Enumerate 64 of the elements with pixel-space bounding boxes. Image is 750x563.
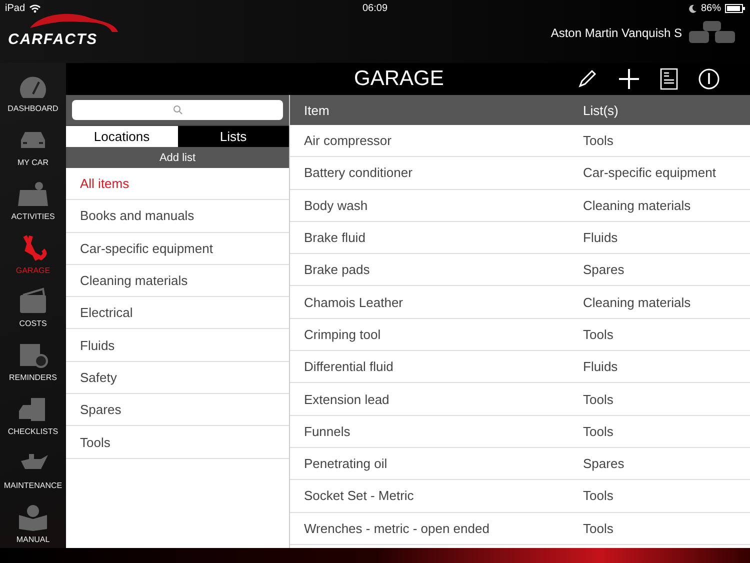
page-title: GARAGE	[354, 67, 444, 91]
list-item[interactable]: Safety	[66, 362, 289, 394]
wifi-icon	[29, 4, 42, 12]
table-cell-text: Battery conditioner	[303, 165, 414, 180]
table-cell-text: Fluids	[582, 359, 618, 374]
table-cell-text: Penetrating oil	[303, 456, 388, 472]
table-cell-text: Funnels	[303, 424, 352, 439]
table-cell-text: Spares	[582, 262, 624, 278]
car-name[interactable]: Aston Martin Vanquish S	[550, 26, 682, 40]
table-cell-text: Tools	[582, 424, 614, 439]
list-item[interactable]: Car-specific equipment	[66, 232, 289, 265]
list-item[interactable]: Spares	[66, 394, 289, 426]
sidebar-item[interactable]: MAINTENANCE	[0, 440, 66, 494]
table-cell-text: Tools	[582, 326, 614, 342]
edit-icon[interactable]	[576, 68, 598, 90]
document-icon[interactable]	[660, 68, 678, 90]
table-cell-text: Body wash	[303, 198, 369, 213]
moon-icon	[688, 4, 697, 12]
table-cell-text: Crimping tool	[303, 326, 382, 342]
sidebar-item[interactable]: MY CAR	[0, 116, 66, 171]
device-name: iPad	[5, 2, 26, 14]
column-header: List(s)	[582, 102, 618, 118]
table-cell-text: Brake fluid	[303, 230, 366, 246]
add-list-button[interactable]: Add list	[66, 147, 289, 168]
sidebar-item[interactable]: DASHBOARD	[0, 63, 66, 117]
table-cell-text: Cleaning materials	[582, 198, 691, 213]
logo: CARFACTS	[8, 16, 118, 50]
table-cell-text: Fluids	[582, 230, 618, 246]
sidebar-item[interactable]: CHECKLISTS	[0, 386, 66, 440]
sidebar-item[interactable]: REMINDERS	[0, 332, 66, 386]
table-cell-text: Tools	[582, 133, 614, 148]
table-cell-text: Brake pads	[303, 262, 371, 278]
list-item[interactable]: All items	[66, 168, 289, 200]
battery-icon	[725, 4, 745, 12]
sidebar-item[interactable]: MANUAL	[0, 494, 66, 548]
battery-percent: 86%	[700, 2, 721, 14]
sidebar-item[interactable]: GARAGE	[0, 224, 66, 279]
sidebar-item[interactable]: COSTS	[0, 278, 66, 332]
tab[interactable]: Lists	[178, 126, 289, 147]
list-item[interactable]: Electrical	[66, 297, 289, 330]
info-icon[interactable]	[698, 68, 720, 90]
list-item[interactable]: Fluids	[66, 329, 289, 362]
table-cell-text: Car-specific equipment	[582, 165, 716, 180]
search-field[interactable]	[72, 100, 283, 120]
status-time: 06:09	[362, 2, 388, 14]
sidebar-item[interactable]: ACTIVITIES	[0, 170, 66, 225]
table-cell-text: Tools	[582, 488, 614, 504]
list-item[interactable]: Tools	[66, 426, 289, 459]
table-cell-text: Spares	[582, 456, 624, 472]
add-icon[interactable]	[618, 68, 640, 90]
table-cell-text: Chamois Leather	[303, 294, 404, 310]
list-item[interactable]: Books and manuals	[66, 200, 289, 233]
table-cell-text: Differential fluid	[303, 359, 394, 374]
search-icon	[172, 105, 182, 115]
column-header: Item	[303, 102, 330, 118]
table-cell-text: Cleaning materials	[582, 294, 691, 310]
table-cell-text: Air compressor	[303, 133, 392, 148]
table-cell-text: Extension lead	[303, 392, 390, 407]
list-item[interactable]: Cleaning materials	[66, 264, 289, 298]
table-cell-text: Tools	[582, 520, 614, 536]
table-cell-text: Wrenches - metric - open ended	[303, 520, 490, 536]
table-cell-text: Socket Set - Metric	[303, 488, 415, 504]
wallet-icon	[17, 287, 49, 316]
table-cell-text: Tools	[582, 392, 614, 407]
